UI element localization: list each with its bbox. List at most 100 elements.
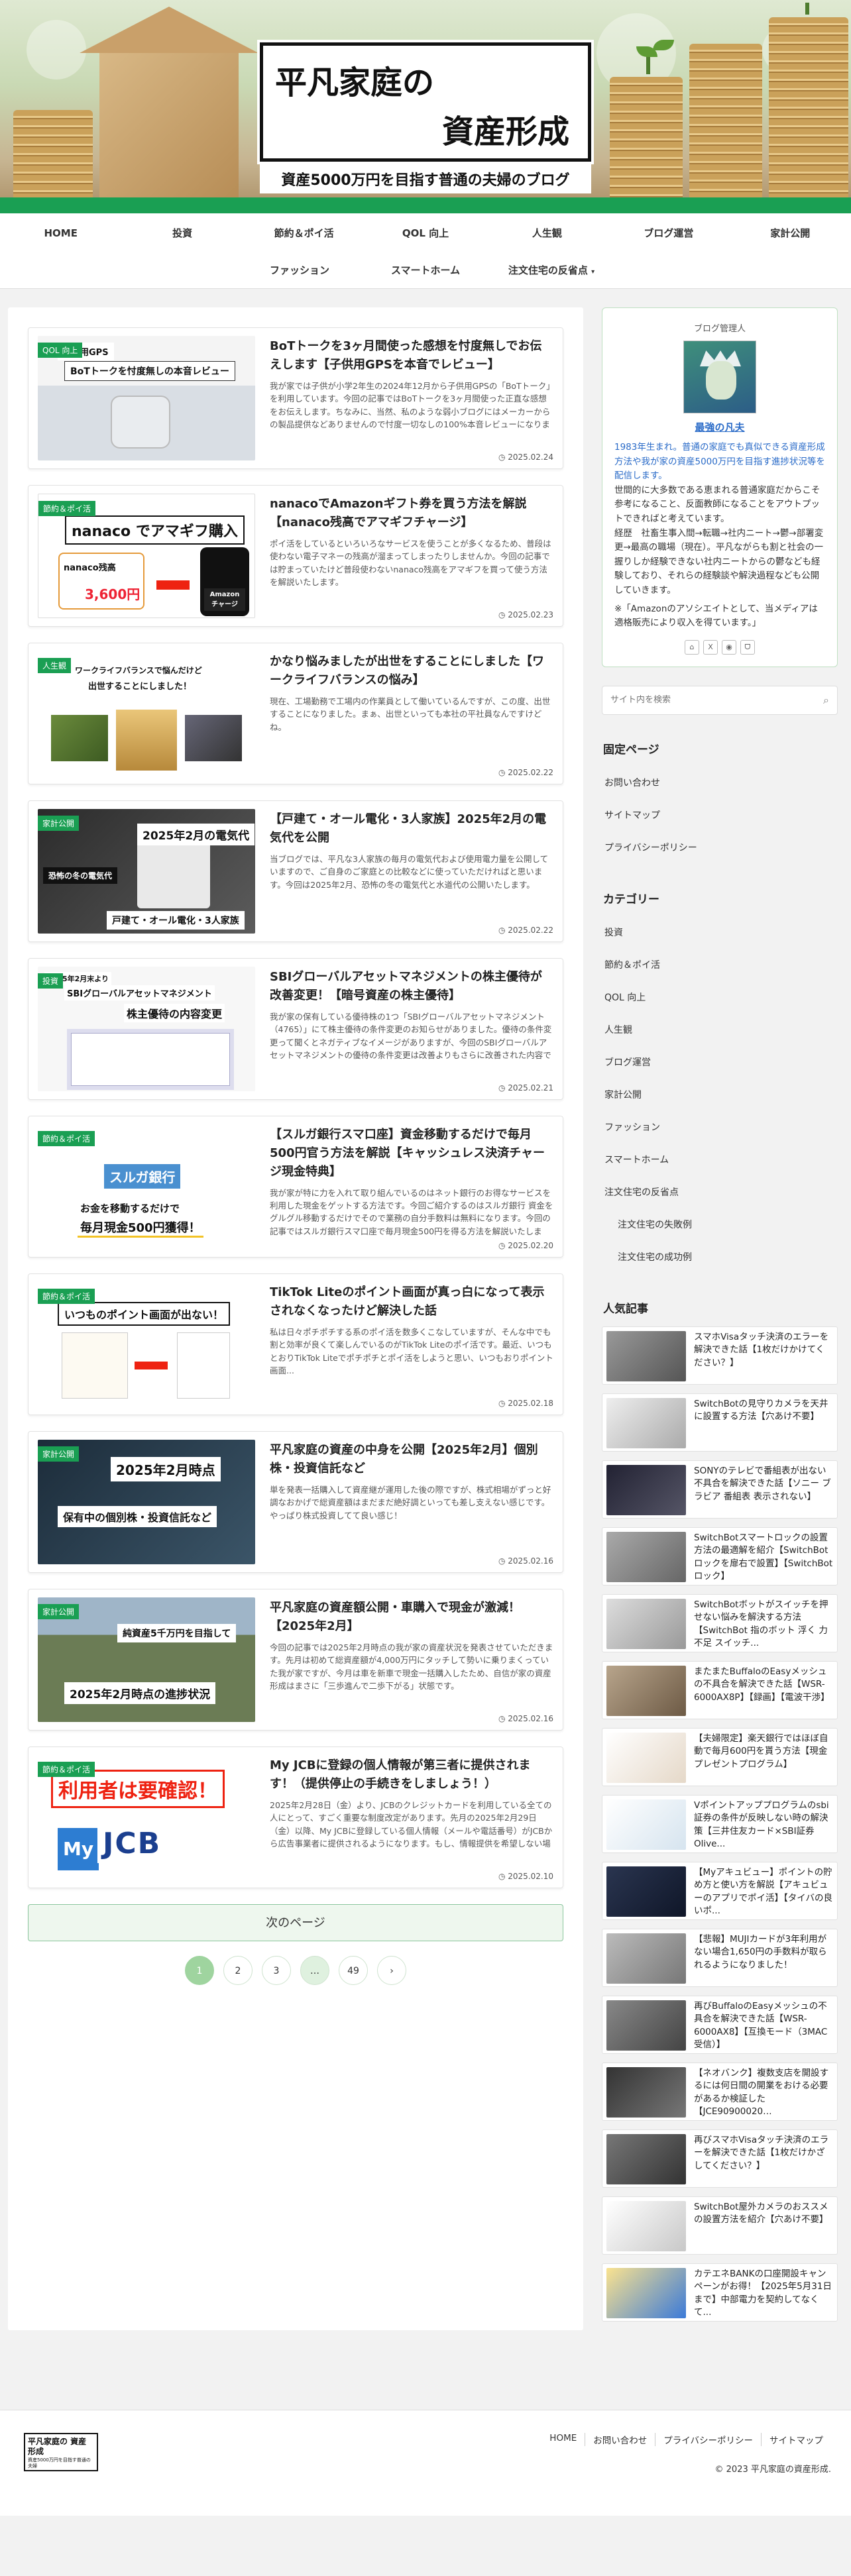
popular-post[interactable]: スマホVisaタッチ決済のエラーを解決できた話【1枚だけかけてください？】 <box>602 1326 838 1385</box>
subcategory-link[interactable]: 注文住宅の失敗例 <box>602 1209 838 1242</box>
page-next-arrow-icon[interactable]: › <box>377 1956 406 1985</box>
popular-post[interactable]: SwitchBotの見守りカメラを天井に設置する方法【穴あけ不要】 <box>602 1393 838 1452</box>
search-input[interactable] <box>610 695 824 706</box>
nav-item-blog[interactable]: ブログ運営 <box>608 215 729 251</box>
popular-post-title[interactable]: SwitchBot屋外カメラのおススメの設置方法を紹介【穴あけ不要】 <box>686 2201 833 2251</box>
page-link-3[interactable]: 3 <box>262 1956 291 1985</box>
category-link[interactable]: 家計公開 <box>602 1079 838 1112</box>
category-link[interactable]: QOL 向上 <box>602 982 838 1014</box>
popular-post-title[interactable]: またまたBuffaloのEasyメッシュの不具合を解決できた話【WSR-6000… <box>686 1666 833 1716</box>
category-link[interactable]: ブログ運営 <box>602 1047 838 1079</box>
fixed-page-link[interactable]: お問い合わせ <box>602 767 838 800</box>
fixed-page-link[interactable]: サイトマップ <box>602 800 838 832</box>
post-snippet: 我が家の保有している優待株の1つ「SBIグローバルアセットマネジメント（4765… <box>270 1011 552 1060</box>
post-card[interactable]: 家計公開 2025年2月の電気代 恐怖の冬の電気代 戸建て・オール電化・3人家族… <box>28 800 563 942</box>
nav-item-investment[interactable]: 投資 <box>121 215 243 251</box>
rss-icon[interactable]: ◉ <box>722 639 736 655</box>
footer-link-sitemap[interactable]: サイトマップ <box>761 2432 831 2446</box>
popular-post[interactable]: カテエネBANKの口座開設キャンペーンがお得！【2025年5月31日まで】中部電… <box>602 2263 838 2322</box>
popular-post[interactable]: 【Myアキュビュー】ポイントの貯め方と使い方を解説【アキュビューのアプリでポイ活… <box>602 1861 838 1920</box>
page-link-last[interactable]: 49 <box>339 1956 368 1985</box>
post-card[interactable]: 節約＆ポイ活 スルガ銀行 お金を移動するだけで 毎月現金500円獲得！ 【スルガ… <box>28 1116 563 1258</box>
nav-item-household[interactable]: 家計公開 <box>730 215 851 251</box>
post-title[interactable]: TikTok Liteのポイント画面が真っ白になって表示されなくなったけど解決し… <box>270 1283 553 1320</box>
popular-post-title[interactable]: SwitchBotスマートロックの設置方法の最適解を紹介【SwitchBotロッ… <box>686 1532 833 1582</box>
footer-link-home[interactable]: HOME <box>541 2433 585 2446</box>
popular-post-title[interactable]: カテエネBANKの口座開設キャンペーンがお得！【2025年5月31日まで】中部電… <box>686 2268 833 2318</box>
footer-link-contact[interactable]: お問い合わせ <box>585 2432 655 2446</box>
feedly-icon[interactable]: ᗜ <box>740 639 755 655</box>
post-card[interactable]: 節約＆ポイ活 利用者は要確認！ My JCB My JCBに登録の個人情報が第三… <box>28 1746 563 1888</box>
post-title[interactable]: 平凡家庭の資産額公開・車購入で現金が激減！【2025年2月】 <box>270 1599 553 1636</box>
post-title[interactable]: nanacoでAmazonギフト券を買う方法を解説【nanaco残高でアマギフチ… <box>270 495 553 532</box>
footer-logo[interactable]: 平凡家庭の 資産形成 資産5000万円を目指す普通の夫婦 <box>24 2432 98 2471</box>
popular-post[interactable]: Vポイントアッププログラムのsbi証券の条件が反映しない時の解決策【三井住友カー… <box>602 1794 838 1853</box>
next-page-button[interactable]: 次のページ <box>28 1904 563 1941</box>
popular-post-title[interactable]: 再びBuffaloのEasyメッシュの不具合を解決できた話【WSR-6000AX… <box>686 2000 833 2051</box>
post-card[interactable]: 人生観 ワークライフバランスで悩んだけど 出世することにしました！ かなり悩みま… <box>28 643 563 784</box>
popular-post[interactable]: SwitchBotスマートロックの設置方法の最適解を紹介【SwitchBotロッ… <box>602 1527 838 1585</box>
popular-post-title[interactable]: スマホVisaタッチ決済のエラーを解決できた話【1枚だけかけてください？】 <box>686 1331 833 1381</box>
site-header: 平凡家庭の 資産形成 資産5000万円を目指す普通の夫婦のブログ <box>0 0 851 213</box>
category-link[interactable]: 節約＆ポイ活 <box>602 949 838 982</box>
nav-item-smarthome[interactable]: スマートホーム <box>363 252 488 288</box>
popular-post[interactable]: 【悲報】MUJIカードが3年利用がない場合1,650円の手数料が取られるようにな… <box>602 1928 838 1987</box>
post-title[interactable]: BoTトークを3ヶ月間使った感想を忖度無しでお伝えします【子供用GPSを本音でレ… <box>270 337 553 374</box>
category-link[interactable]: 投資 <box>602 917 838 949</box>
popular-post[interactable]: 【夫婦限定】楽天銀行ではほぼ自動で毎月600円を貰う方法【現金プレゼントプログラ… <box>602 1727 838 1786</box>
home-icon[interactable]: ⌂ <box>685 639 699 655</box>
nav-item-house[interactable]: 注文住宅の反省点 ▾ <box>488 252 614 288</box>
popular-post-title[interactable]: SwitchBotボットがスイッチを押せない悩みを解決する方法【SwitchBo… <box>686 1599 833 1649</box>
popular-post[interactable]: SwitchBot屋外カメラのおススメの設置方法を紹介【穴あけ不要】 <box>602 2196 838 2255</box>
nav-item-savings[interactable]: 節約＆ポイ活 <box>243 215 365 251</box>
popular-post-title[interactable]: 再びスマホVisaタッチ決済のエラーを解決できた話【1枚だけかざしてください？】 <box>686 2134 833 2184</box>
popular-post[interactable]: 再びBuffaloのEasyメッシュの不具合を解決できた話【WSR-6000AX… <box>602 1995 838 2054</box>
post-title[interactable]: SBIグローバルアセットマネジメントの株主優待が改善変更！【暗号資産の株主優待】 <box>270 968 553 1005</box>
thumb-text: 恐怖の冬の電気代 <box>43 867 118 884</box>
page-link-1[interactable]: 1 <box>185 1956 214 1985</box>
popular-post-title[interactable]: SwitchBotの見守りカメラを天井に設置する方法【穴あけ不要】 <box>686 1398 833 1448</box>
post-card[interactable]: 節約＆ポイ活 いつものポイント画面が出ない！ TikTok Liteのポイント画… <box>28 1273 563 1415</box>
post-date: 2025.02.22 <box>498 768 553 777</box>
post-card[interactable]: 家計公開 2025年2月時点 保有中の個別株・投資信託など 平凡家庭の資産の中身… <box>28 1431 563 1573</box>
post-title[interactable]: My JCBに登録の個人情報が第三者に提供されます！（提供停止の手続きをしましょ… <box>270 1756 553 1794</box>
thumb-text: nanaco でアマギフ購入 <box>65 515 245 545</box>
popular-post[interactable]: SwitchBotボットがスイッチを押せない悩みを解決する方法【SwitchBo… <box>602 1593 838 1652</box>
category-link[interactable]: 人生観 <box>602 1014 838 1047</box>
nav-item-qol[interactable]: QOL 向上 <box>365 215 486 251</box>
popular-post[interactable]: SONYのテレビで番組表が出ない不具合を解決できた話【ソニー ブラビア 番組表 … <box>602 1460 838 1519</box>
popular-post-title[interactable]: 【Myアキュビュー】ポイントの貯め方と使い方を解説【アキュビューのアプリでポイ活… <box>686 1866 833 1917</box>
post-card[interactable]: 家計公開 純資産5千万円を目指して 2025年2月時点の進捗状況 平凡家庭の資産… <box>28 1589 563 1731</box>
nav-item-life[interactable]: 人生観 <box>486 215 608 251</box>
popular-post-title[interactable]: SONYのテレビで番組表が出ない不具合を解決できた話【ソニー ブラビア 番組表 … <box>686 1465 833 1515</box>
post-title[interactable]: 【戸建て・オール電化・3人家族】2025年2月の電気代を公開 <box>270 810 553 847</box>
popular-post[interactable]: 【ネオバンク】複数支店を開設するには何日間の開業をおける必要があるか検証した【J… <box>602 2062 838 2121</box>
search-icon[interactable]: ⌕ <box>823 694 829 707</box>
footer-link-privacy[interactable]: プライバシーポリシー <box>655 2432 761 2446</box>
post-card[interactable]: QOL 向上 子供用GPS BoTトークを忖度無しの本音レビュー BoTトークを… <box>28 327 563 469</box>
popular-post[interactable]: またまたBuffaloのEasyメッシュの不具合を解決できた話【WSR-6000… <box>602 1660 838 1719</box>
category-link[interactable]: スマートホーム <box>602 1144 838 1177</box>
popular-post-title[interactable]: 【悲報】MUJIカードが3年利用がない場合1,650円の手数料が取られるようにな… <box>686 1933 833 1984</box>
post-card[interactable]: 投資 2025年2月末より SBIグローバルアセットマネジメント 株主優待の内容… <box>28 958 563 1100</box>
subcategory-link[interactable]: 注文住宅の成功例 <box>602 1242 838 1274</box>
popular-post[interactable]: 再びスマホVisaタッチ決済のエラーを解決できた話【1枚だけかざしてください？】 <box>602 2129 838 2188</box>
category-link[interactable]: ファッション <box>602 1112 838 1144</box>
category-link[interactable]: 注文住宅の反省点 <box>602 1177 838 1209</box>
post-card[interactable]: 節約＆ポイ活 nanaco でアマギフ購入 nanaco残高 3,600円 Am… <box>28 485 563 627</box>
author-name[interactable]: 最強の凡夫 <box>614 420 825 434</box>
site-logo[interactable]: 平凡家庭の 資産形成 <box>260 42 591 162</box>
popular-post-title[interactable]: 【ネオバンク】複数支店を開設するには何日間の開業をおける必要があるか検証した【J… <box>686 2067 833 2118</box>
logo-title-line1: 平凡家庭の <box>275 64 435 101</box>
post-title[interactable]: 平凡家庭の資産の中身を公開【2025年2月】個別株・投資信託など <box>270 1441 553 1478</box>
popular-post-title[interactable]: Vポイントアッププログラムのsbi証券の条件が反映しない時の解決策【三井住友カー… <box>686 1799 833 1850</box>
x-icon[interactable]: X <box>703 639 718 655</box>
fixed-page-link[interactable]: プライバシーポリシー <box>602 832 838 865</box>
nav-item-fashion[interactable]: ファッション <box>237 252 363 288</box>
post-title[interactable]: かなり悩みましたが出世をすることにしました【ワークライフバランスの悩み】 <box>270 653 553 690</box>
nav-item-home[interactable]: HOME <box>0 215 121 251</box>
category-label: QOL 向上 <box>38 343 83 358</box>
post-title[interactable]: 【スルガ銀行スマ口座】資金移動するだけで毎月500円官う方法を解説【キャッシュレ… <box>270 1126 553 1181</box>
popular-post-title[interactable]: 【夫婦限定】楽天銀行ではほぼ自動で毎月600円を貰う方法【現金プレゼントプログラ… <box>686 1733 833 1783</box>
page-link-2[interactable]: 2 <box>223 1956 253 1985</box>
